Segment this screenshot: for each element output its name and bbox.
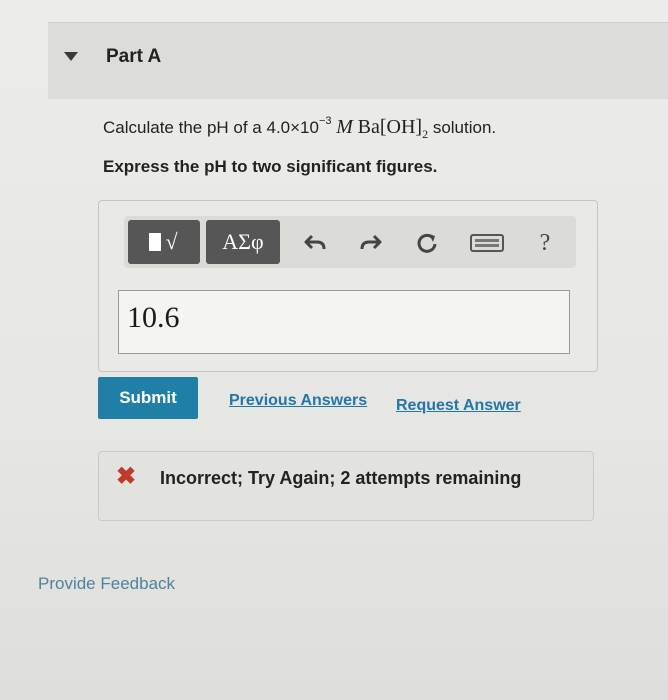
instruction-text: Express the pH to two significant figure… xyxy=(103,157,438,176)
greek-symbols-button[interactable]: ΑΣφ xyxy=(206,220,280,264)
question-suffix: solution. xyxy=(432,118,497,137)
feedback-message: Incorrect; Try Again; 2 attempts remaini… xyxy=(160,468,522,488)
provide-feedback-link[interactable]: Provide Feedback xyxy=(38,574,175,594)
undo-icon[interactable] xyxy=(300,228,330,258)
answer-input[interactable]: 10.6 xyxy=(118,290,570,354)
part-title: Part A xyxy=(106,46,162,67)
request-answer-link[interactable]: Request Answer xyxy=(396,397,521,415)
help-button[interactable]: ? xyxy=(530,228,560,258)
template-square-icon xyxy=(149,233,162,251)
redo-icon[interactable] xyxy=(356,228,386,258)
keyboard-icon[interactable] xyxy=(468,228,506,258)
page: Part A Calculate the pH of a 4.0×10−3 M … xyxy=(0,0,668,700)
square-root-icon: √ xyxy=(165,229,179,254)
question-prefix: Calculate the pH of a 4.0×10 xyxy=(103,118,319,137)
question-molarity-unit: M xyxy=(336,116,353,138)
question-text: Calculate the pH of a 4.0×10−3 M Ba[OH]2… xyxy=(103,115,497,142)
collapse-caret-icon[interactable] xyxy=(64,52,78,61)
question-formula: Ba[OH]2 xyxy=(357,116,429,141)
templates-button[interactable]: √ xyxy=(128,220,200,264)
previous-answers-link[interactable]: Previous Answers xyxy=(229,392,367,410)
x-icon: ✖ xyxy=(116,463,137,490)
submit-button[interactable]: Submit xyxy=(98,377,198,419)
question-exponent: −3 xyxy=(318,115,332,128)
reset-icon[interactable] xyxy=(412,228,442,258)
